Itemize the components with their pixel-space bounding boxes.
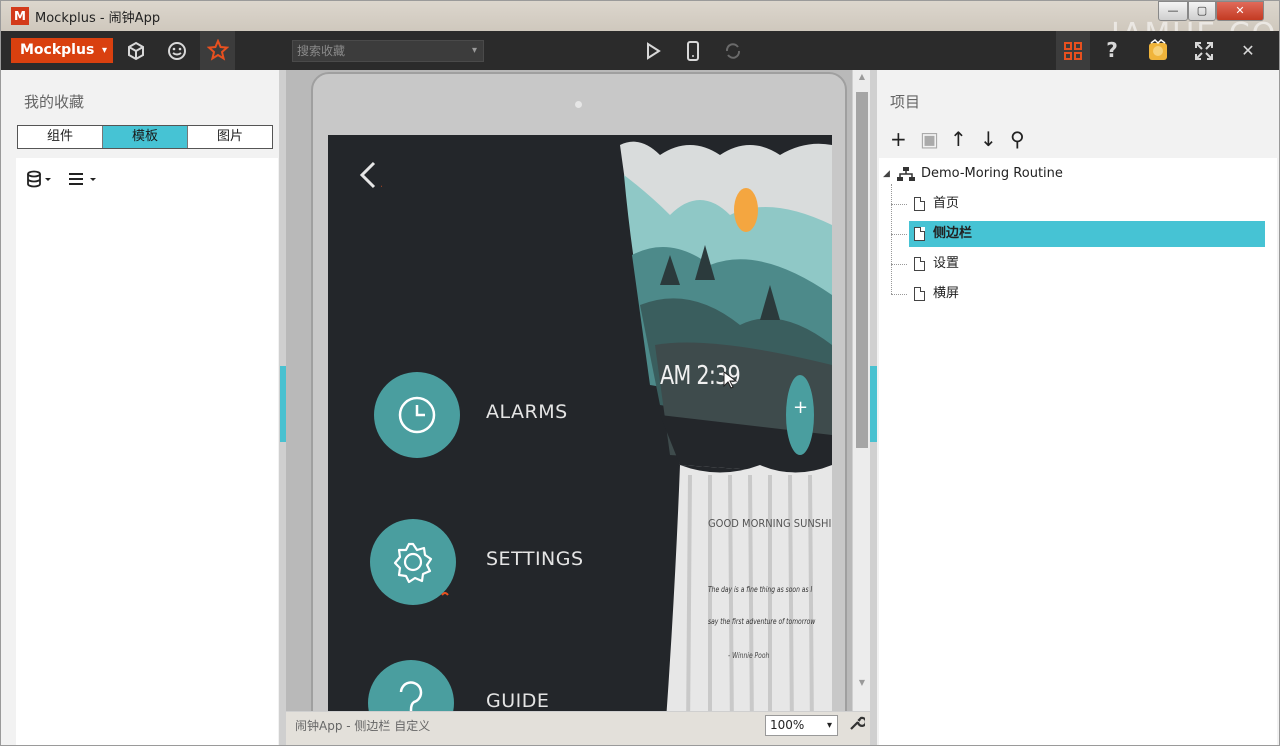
menu-label-guide: GUIDE xyxy=(486,690,550,712)
chevron-down-icon: ▾ xyxy=(826,720,832,731)
status-bar: 闹钟App - 侧边栏 自定义 100% ▾ xyxy=(286,711,870,745)
mockplus-menu-button[interactable]: Mockplus ▾ xyxy=(11,38,113,63)
favorites-panel: 我的收藏 组件 模板 图片 xyxy=(1,70,280,745)
page-icon xyxy=(914,197,925,211)
right-splitter[interactable] xyxy=(870,70,877,745)
scroll-up-icon[interactable]: ▲ xyxy=(853,70,871,84)
chevron-down-icon: ▾ xyxy=(101,45,107,56)
tab-images[interactable]: 图片 xyxy=(188,126,272,148)
project-panel: 项目 + ▣ ↑ ↓ ⚲ ◢ Demo-Moring Routine 首页 侧边… xyxy=(877,70,1279,745)
page-label: 设置 xyxy=(933,256,960,271)
canvas-scrollbar[interactable]: ▲ ▼ xyxy=(852,70,870,711)
page-label: 首页 xyxy=(933,196,960,211)
title-bar: M Mockplus - 闹钟App IAMUE.COM — ▢ ✕ xyxy=(1,1,1280,52)
zoom-value: 100% xyxy=(770,718,805,732)
database-icon[interactable] xyxy=(26,170,52,192)
window-title: Mockplus - 闹钟App xyxy=(35,11,161,26)
app-window: M Mockplus - 闹钟App IAMUE.COM — ▢ ✕ Mockp… xyxy=(0,0,1280,746)
emoji-icon[interactable] xyxy=(164,38,190,63)
scroll-down-icon[interactable]: ▼ xyxy=(853,676,871,690)
favorites-list xyxy=(16,158,278,745)
star-icon[interactable] xyxy=(200,31,235,70)
zoom-select[interactable]: 100% ▾ xyxy=(765,715,838,736)
add-icon[interactable]: + xyxy=(890,127,920,151)
rotate-icon[interactable] xyxy=(720,38,746,63)
user-badge-icon[interactable] xyxy=(1145,38,1171,63)
clock-icon xyxy=(374,372,460,458)
mockplus-menu-label: Mockplus xyxy=(20,42,95,58)
page-icon xyxy=(914,287,925,301)
curtain-add-button[interactable]: + xyxy=(793,397,808,418)
tree-page-home[interactable]: 首页 xyxy=(879,191,1277,217)
main-toolbar: Mockplus ▾ 搜索收藏 ▾ ? ✕ xyxy=(1,31,1279,70)
sitemap-icon xyxy=(897,167,915,181)
project-toolbar: + ▣ ↑ ↓ ⚲ xyxy=(890,127,1040,151)
list-icon[interactable] xyxy=(67,170,99,192)
help-icon[interactable]: ? xyxy=(1099,38,1125,63)
search-icon[interactable]: ⚲ xyxy=(1010,127,1040,151)
minimize-button[interactable]: — xyxy=(1158,1,1188,21)
design-canvas[interactable]: ALARMS SETTINGS GUIDE AM 2:39 + GOOD MOR… xyxy=(286,70,852,735)
app-logo-icon: M xyxy=(11,7,29,25)
back-arrow-icon[interactable] xyxy=(354,157,387,207)
right-splitter-handle[interactable] xyxy=(870,366,877,442)
curtain-quote-author: - Winnie Pooh xyxy=(728,651,770,660)
move-down-icon[interactable]: ↓ xyxy=(980,127,1010,151)
tab-components[interactable]: 组件 xyxy=(18,126,103,148)
close-window-button[interactable]: ✕ xyxy=(1216,1,1264,21)
tree-root[interactable]: ◢ Demo-Moring Routine xyxy=(879,161,1277,187)
project-name: Demo-Moring Routine xyxy=(921,166,1063,181)
menu-label-alarms: ALARMS xyxy=(486,401,568,423)
page-icon xyxy=(914,257,925,271)
app-screen[interactable]: ALARMS SETTINGS GUIDE AM 2:39 + GOOD MOR… xyxy=(328,135,832,735)
breadcrumb: 闹钟App - 侧边栏 自定义 xyxy=(295,719,431,733)
wrench-icon[interactable] xyxy=(849,715,868,735)
play-icon[interactable] xyxy=(640,38,666,63)
move-up-icon[interactable]: ↑ xyxy=(950,127,980,151)
cube-icon[interactable] xyxy=(123,38,149,63)
favorites-toolbar xyxy=(26,170,109,192)
search-favorites-input[interactable]: 搜索收藏 ▾ xyxy=(292,40,484,62)
curtain-greeting: GOOD MORNING SUNSHINE xyxy=(708,517,832,530)
fullscreen-icon[interactable] xyxy=(1191,38,1217,63)
mouse-cursor-icon xyxy=(723,371,738,389)
tablet-frame: ALARMS SETTINGS GUIDE AM 2:39 + GOOD MOR… xyxy=(311,72,847,735)
maximize-button[interactable]: ▢ xyxy=(1188,1,1216,21)
page-label: 横屏 xyxy=(933,286,960,301)
curtain-quote-line1: The day is a fine thing as soon as I xyxy=(708,585,813,594)
favorites-title: 我的收藏 xyxy=(24,93,85,111)
scrollbar-thumb[interactable] xyxy=(856,92,868,448)
page-tree: ◢ Demo-Moring Routine 首页 侧边栏 设置 横屏 xyxy=(879,158,1277,745)
camera-dot xyxy=(575,101,582,108)
grid-icon[interactable] xyxy=(1056,31,1090,70)
expand-triangle-icon[interactable]: ◢ xyxy=(883,161,890,187)
page-label: 侧边栏 xyxy=(933,226,973,241)
tab-templates[interactable]: 模板 xyxy=(103,126,188,148)
chevron-down-icon[interactable]: ▾ xyxy=(472,41,477,61)
page-icon xyxy=(914,227,925,241)
curtain-transition: AM 2:39 + GOOD MORNING SUNSHINE The day … xyxy=(610,135,832,735)
phone-icon[interactable] xyxy=(680,38,706,63)
tree-page-sidebar[interactable]: 侧边栏 xyxy=(879,221,1277,247)
save-icon[interactable]: ▣ xyxy=(920,127,950,151)
tree-page-settings[interactable]: 设置 xyxy=(879,251,1277,277)
curtain-quote-line2: say the first adventure of tomorrow xyxy=(708,617,816,626)
tree-page-landscape[interactable]: 横屏 xyxy=(879,281,1277,307)
favorites-tabs: 组件 模板 图片 xyxy=(17,125,273,149)
close-icon[interactable]: ✕ xyxy=(1235,38,1261,63)
search-placeholder: 搜索收藏 xyxy=(297,44,346,58)
gear-icon xyxy=(370,519,456,605)
menu-label-settings: SETTINGS xyxy=(486,548,584,570)
project-panel-title: 项目 xyxy=(890,93,921,111)
